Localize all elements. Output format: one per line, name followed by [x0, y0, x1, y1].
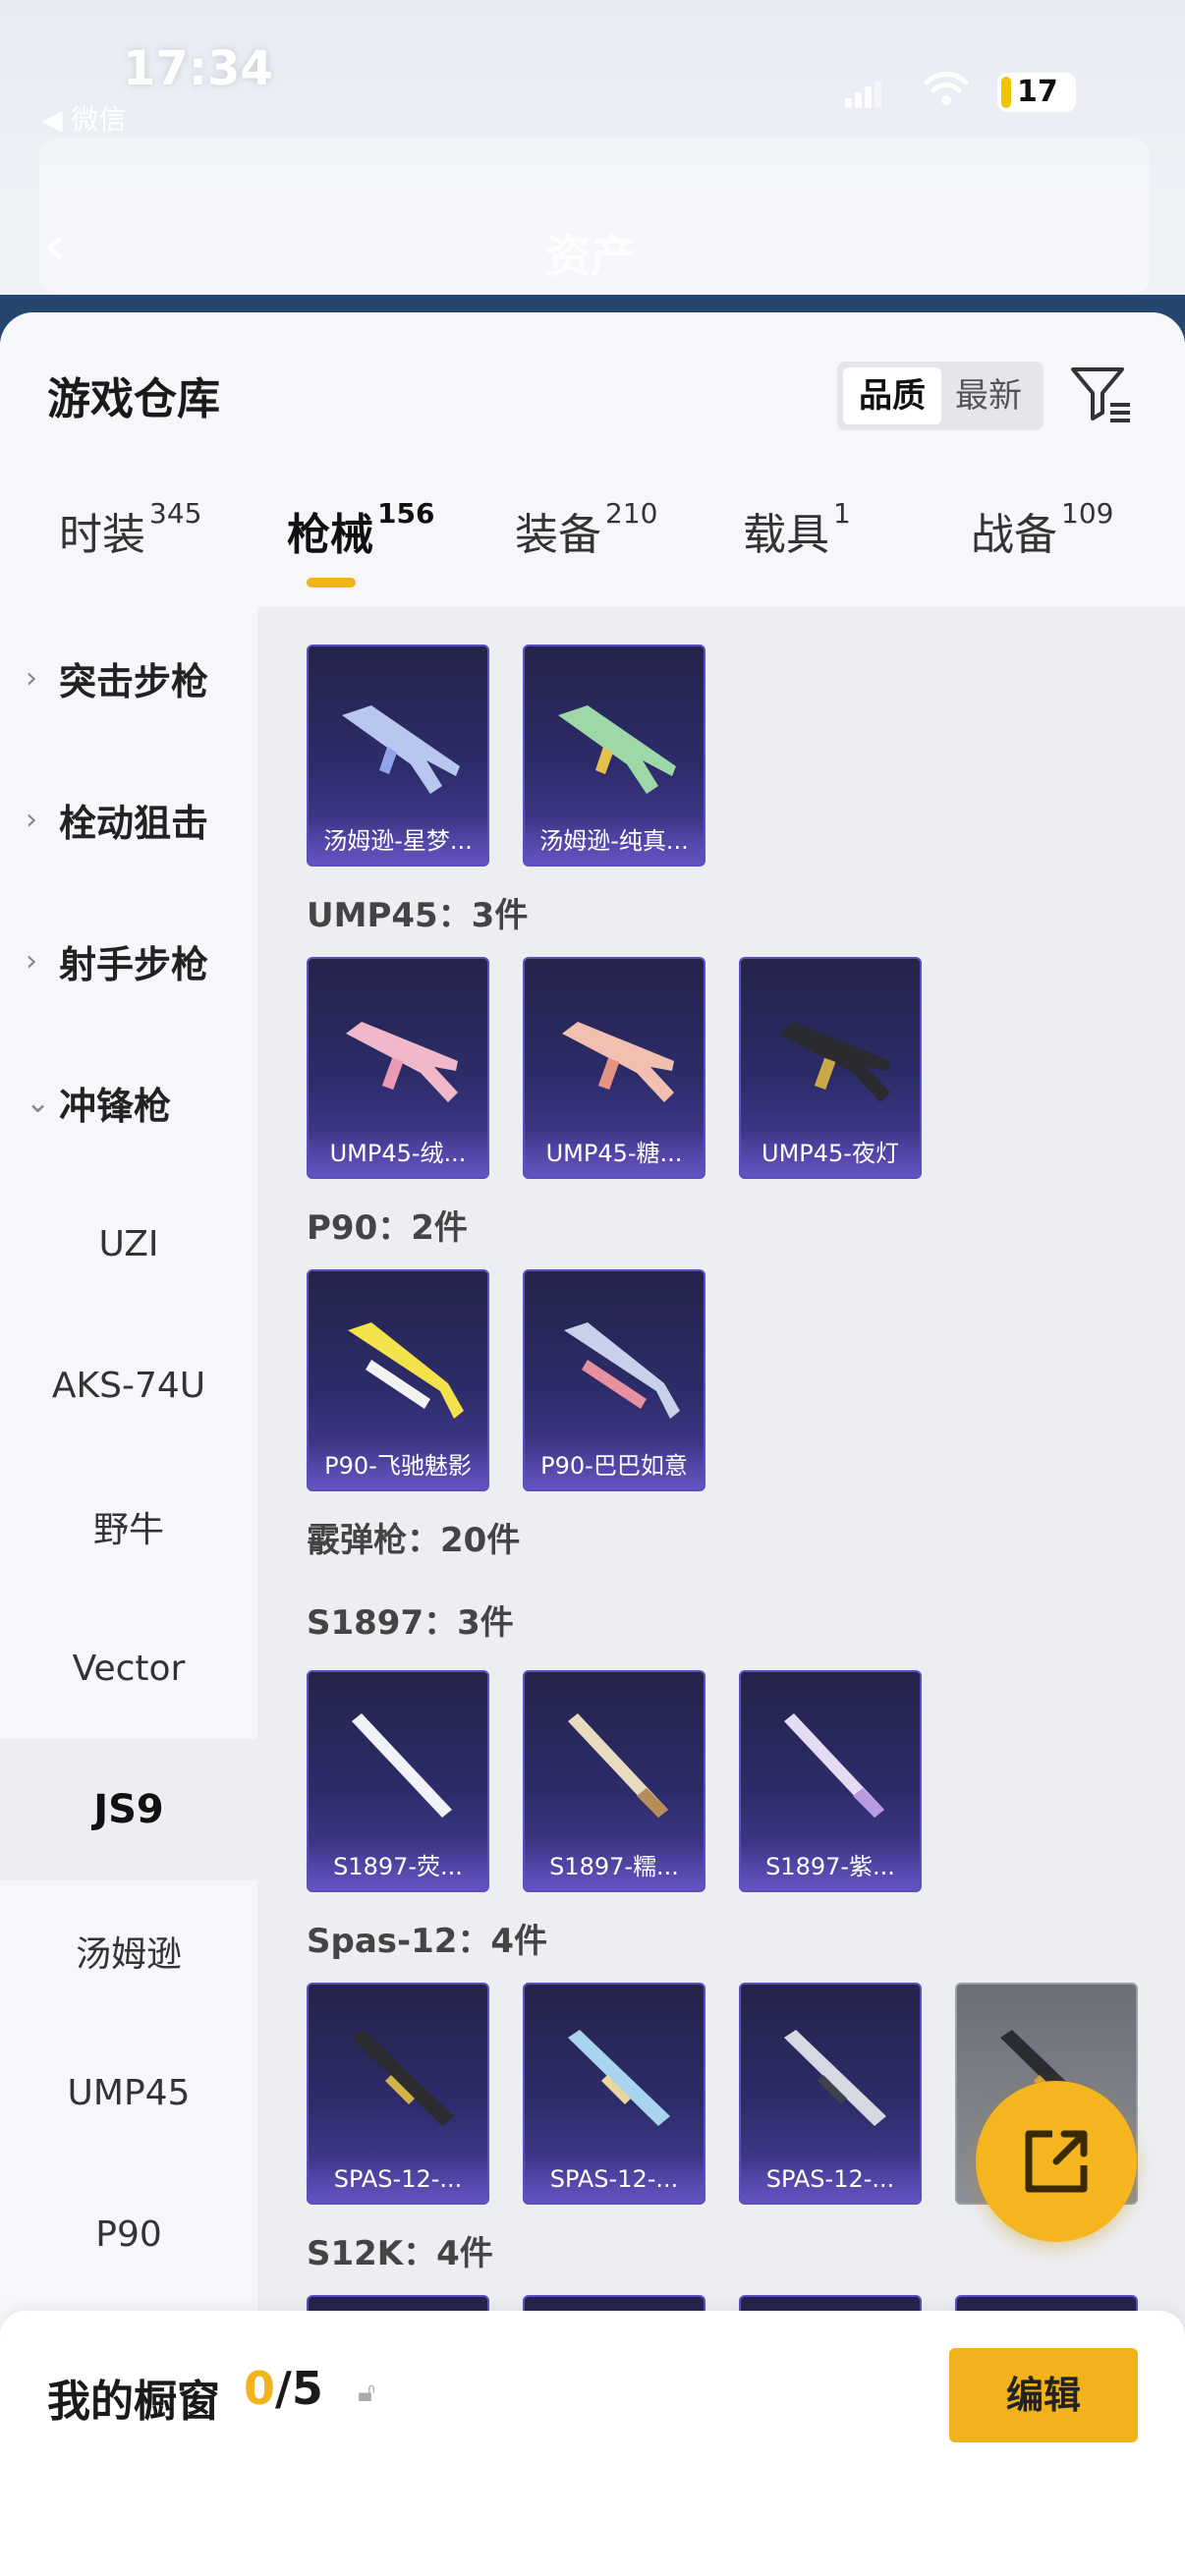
showcase-label: 我的橱窗: [47, 2377, 220, 2427]
skin-card[interactable]: S1897-荧...: [307, 1670, 489, 1892]
tab-supplies[interactable]: 战备 109: [971, 497, 1113, 597]
share-button[interactable]: [976, 2081, 1137, 2242]
screen: ‹ 资产 17:34 ◀ 微信 17 游戏仓库 品质 最新 时装 345 枪械 …: [0, 0, 1185, 2576]
sidebar-item-bolt-sniper[interactable]: › 栓动狙击: [0, 749, 257, 890]
section-title-ump45: UMP45：3件: [307, 896, 529, 935]
gun-icon: [784, 2030, 886, 2126]
gun-icon: [564, 1322, 680, 1419]
skin-card[interactable]: P90-飞驰魅影: [307, 1269, 489, 1491]
skin-card[interactable]: UMP45-夜灯: [739, 957, 922, 1179]
skin-card[interactable]: 汤姆逊-星梦...: [307, 644, 489, 867]
page-title: 游戏仓库: [47, 374, 220, 424]
sheet-header: 游戏仓库 品质 最新 时装 345 枪械 156 装备 210 载具 1 战备 …: [0, 312, 1185, 607]
status-bar: 17:34 ◀ 微信 17: [0, 0, 1185, 147]
back-icon[interactable]: ‹: [43, 211, 67, 280]
battery-icon: 17: [997, 73, 1076, 112]
tab-equipment[interactable]: 装备 210: [515, 497, 657, 597]
sidebar-item-ump45[interactable]: UMP45: [0, 2022, 257, 2163]
sidebar-item-smg[interactable]: ⌄ 冲锋枪: [0, 1032, 257, 1173]
showcase-count: 0/5: [244, 2362, 323, 2415]
tab-guns[interactable]: 枪械 156: [287, 497, 434, 597]
wifi-icon: [924, 72, 969, 105]
showcase-bar: 我的橱窗 0/5 🔓︎ 编辑: [0, 2311, 1185, 2576]
sidebar-item-thompson[interactable]: 汤姆逊: [0, 1880, 257, 2022]
sidebar-item-bizon[interactable]: 野牛: [0, 1456, 257, 1597]
weapon-grid: 汤姆逊-星梦... 汤姆逊-纯真... UMP45：3件 UMP45-绒... …: [257, 607, 1185, 2576]
sidebar-item-uzi[interactable]: UZI: [0, 1173, 257, 1315]
section-title-s1897: S1897：3件: [307, 1603, 514, 1643]
sidebar-item-p90[interactable]: P90: [0, 2163, 257, 2305]
sort-toggle: 品质 最新: [837, 362, 1044, 430]
lock-icon: 🔓︎: [358, 2376, 376, 2408]
skin-card[interactable]: 汤姆逊-纯真...: [523, 644, 705, 867]
gun-icon: [562, 1022, 674, 1102]
gun-icon: [352, 1713, 452, 1818]
gun-icon: [784, 1713, 884, 1818]
weapon-type-sidebar: › 突击步枪 › 栓动狙击 › 射手步枪 ⌄ 冲锋枪 UZI AKS-74U 野牛 Ve…: [0, 607, 257, 2576]
active-tab-indicator: [307, 578, 356, 588]
skin-card[interactable]: SPAS-12-...: [523, 1983, 705, 2205]
edit-button[interactable]: 编辑: [949, 2348, 1138, 2442]
gun-icon: [352, 2030, 454, 2126]
sidebar-item-js9[interactable]: JS9: [0, 1739, 257, 1880]
sidebar-item-vector[interactable]: Vector: [0, 1597, 257, 1739]
signal-icon: [845, 79, 881, 108]
filter-icon[interactable]: [1069, 362, 1134, 426]
sidebar-item-marksman-rifle[interactable]: › 射手步枪: [0, 890, 257, 1032]
gun-icon: [342, 705, 460, 794]
gun-icon: [558, 705, 676, 794]
section-title-s12k: S12K：4件: [307, 2234, 493, 2273]
skin-card[interactable]: P90-巴巴如意: [523, 1269, 705, 1491]
gun-icon: [778, 1022, 890, 1102]
sort-quality-button[interactable]: 品质: [843, 367, 941, 424]
share-icon: [1025, 2130, 1088, 2193]
tab-fashion[interactable]: 时装 345: [59, 497, 201, 597]
sidebar-item-aks74u[interactable]: AKS-74U: [0, 1315, 257, 1456]
sort-newest-button[interactable]: 最新: [939, 367, 1038, 424]
sidebar-item-assault-rifle[interactable]: › 突击步枪: [0, 607, 257, 749]
skin-card[interactable]: UMP45-糖...: [523, 957, 705, 1179]
section-title-shotgun: 霰弹枪：20件: [307, 1521, 521, 1560]
gun-icon: [568, 2030, 670, 2126]
background-title: 资产: [545, 230, 636, 283]
battery-level: 17: [1017, 75, 1058, 109]
skin-card[interactable]: S1897-糯...: [523, 1670, 705, 1892]
skin-card[interactable]: SPAS-12-...: [307, 1983, 489, 2205]
section-title-p90: P90：2件: [307, 1208, 468, 1248]
tab-vehicles[interactable]: 载具 1: [743, 497, 851, 597]
gun-icon: [568, 1713, 668, 1818]
gun-icon: [346, 1022, 458, 1102]
back-to-app-link[interactable]: ◀ 微信: [41, 98, 126, 138]
gun-icon: [348, 1322, 464, 1419]
skin-card[interactable]: UMP45-绒...: [307, 957, 489, 1179]
section-title-spas12: Spas-12：4件: [307, 1922, 548, 1961]
skin-card[interactable]: S1897-紫...: [739, 1670, 922, 1892]
status-time: 17:34: [123, 41, 273, 96]
skin-card[interactable]: SPAS-12-...: [739, 1983, 922, 2205]
category-tabs: 时装 345 枪械 156 装备 210 载具 1 战备 109: [0, 497, 1185, 607]
warehouse-sheet: 游戏仓库 品质 最新 时装 345 枪械 156 装备 210 载具 1 战备 …: [0, 312, 1185, 2576]
